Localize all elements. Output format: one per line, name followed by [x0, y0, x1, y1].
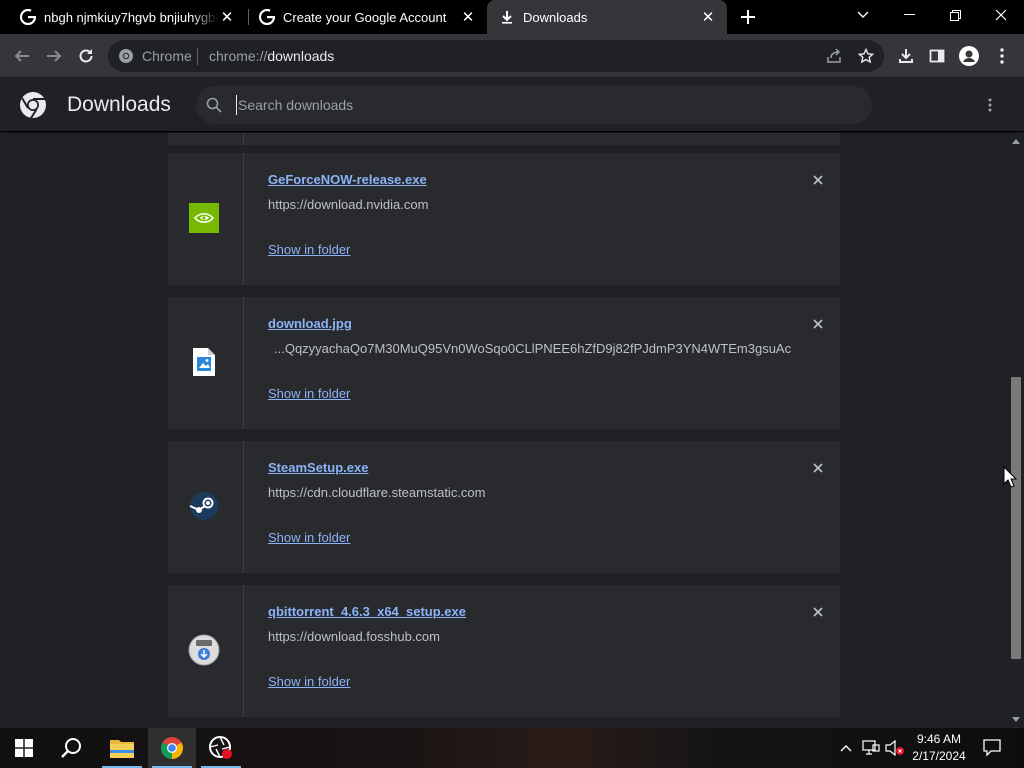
tab-separator — [248, 9, 249, 25]
minimize-button[interactable] — [886, 0, 932, 30]
download-item — [168, 133, 840, 145]
downloads-list: GeForceNOW-release.exe https://download.… — [0, 133, 1008, 727]
restore-button[interactable] — [932, 0, 978, 30]
clock-time: 9:46 AM — [916, 732, 962, 746]
search-box — [196, 86, 872, 124]
show-in-folder-link[interactable]: Show in folder — [268, 242, 350, 257]
close-window-button[interactable] — [978, 0, 1024, 30]
url-prefix: chrome:// — [209, 48, 268, 64]
share-icon[interactable] — [822, 44, 846, 68]
page-title: Downloads — [67, 93, 171, 116]
download-source-url: ...QqzyyachaQo7M30MuQ95Vn0WoSqo0CLlPNEE6… — [274, 341, 792, 356]
network-icon[interactable] — [860, 728, 882, 768]
download-filename-link[interactable]: qbittorrent_4.6.3_x64_setup.exe — [268, 604, 466, 619]
back-button[interactable] — [8, 42, 36, 70]
nvidia-icon — [188, 202, 220, 234]
side-panel-icon[interactable] — [923, 42, 951, 70]
scroll-down-arrow-icon[interactable] — [1008, 711, 1024, 727]
download-item: download.jpg ...QqzyyachaQo7M30MuQ95Vn0W… — [168, 297, 840, 429]
chrome-taskbar-icon[interactable] — [148, 728, 196, 768]
steam-icon — [188, 490, 220, 522]
close-icon[interactable]: ✕ — [218, 8, 236, 26]
chrome-logo-icon — [19, 91, 47, 119]
download-filename-link[interactable]: SteamSetup.exe — [268, 460, 368, 475]
mouse-cursor-icon — [1003, 465, 1018, 488]
close-icon[interactable]: ✕ — [699, 8, 717, 26]
download-source-url: https://download.fosshub.com — [268, 629, 440, 644]
google-icon — [20, 9, 36, 25]
downloads-icon[interactable] — [892, 42, 920, 70]
new-tab-button[interactable] — [736, 4, 760, 30]
start-button[interactable] — [0, 728, 48, 768]
downloads-header: Downloads — [0, 78, 1024, 132]
installer-icon — [188, 634, 220, 666]
clock-date: 2/17/2024 — [912, 749, 966, 763]
card-divider — [243, 585, 244, 717]
reload-button[interactable] — [72, 42, 100, 70]
download-item: SteamSetup.exe https://cdn.cloudflare.st… — [168, 441, 840, 573]
download-icon — [499, 9, 515, 25]
action-center-icon[interactable] — [978, 728, 1006, 768]
download-source-url: https://download.nvidia.com — [268, 197, 429, 212]
remove-download-icon[interactable] — [808, 458, 828, 478]
remove-download-icon[interactable] — [808, 170, 828, 190]
url-host: downloads — [267, 48, 335, 64]
windows-taskbar: 9:46 AM 2/17/2024 — [0, 728, 1024, 768]
download-item: qbittorrent_4.6.3_x64_setup.exe https://… — [168, 585, 840, 717]
search-taskbar-button[interactable] — [48, 728, 96, 768]
show-hidden-icons-chevron-icon[interactable] — [836, 728, 856, 768]
show-in-folder-link[interactable]: Show in folder — [268, 530, 350, 545]
download-item: GeForceNOW-release.exe https://download.… — [168, 153, 840, 285]
download-filename-link[interactable]: download.jpg — [268, 316, 352, 331]
volume-muted-icon[interactable] — [884, 728, 906, 768]
show-in-folder-link[interactable]: Show in folder — [268, 674, 350, 689]
scheme-label: Chrome — [142, 48, 192, 64]
search-input[interactable] — [236, 95, 836, 115]
search-icon — [206, 97, 222, 113]
screen-recorder-icon[interactable] — [197, 728, 245, 768]
chrome-icon — [118, 48, 134, 64]
show-in-folder-link[interactable]: Show in folder — [268, 386, 350, 401]
tab-title: nbgh njmkiuy7hgvb bnjiuhygbh — [44, 9, 218, 25]
chrome-menu-icon[interactable] — [988, 42, 1016, 70]
profile-avatar-icon[interactable] — [955, 42, 983, 70]
browser-toolbar: Chrome chrome://downloads — [0, 34, 1024, 78]
tab-title: Downloads — [523, 9, 588, 25]
tab-1[interactable]: nbgh njmkiuy7hgvb bnjiuhygbh ✕ — [0, 0, 246, 34]
remove-download-icon[interactable] — [808, 314, 828, 334]
more-actions-icon[interactable] — [978, 93, 1002, 117]
tab-search-button[interactable] — [840, 0, 886, 30]
download-source-url: https://cdn.cloudflare.steamstatic.com — [268, 485, 486, 500]
google-icon — [259, 9, 275, 25]
url-text: chrome://downloads — [209, 48, 334, 64]
tab-title: Create your Google Account — [283, 9, 447, 25]
tab-2[interactable]: Create your Google Account ✕ — [251, 0, 487, 34]
forward-button[interactable] — [40, 42, 68, 70]
tab-3[interactable]: Downloads ✕ — [487, 0, 727, 34]
page-scrollbar[interactable] — [1008, 133, 1024, 727]
address-bar[interactable]: Chrome chrome://downloads — [108, 40, 884, 72]
scrollbar-thumb[interactable] — [1011, 377, 1021, 659]
card-divider — [243, 133, 244, 145]
remove-download-icon[interactable] — [808, 602, 828, 622]
card-divider — [243, 153, 244, 285]
file-explorer-icon[interactable] — [98, 728, 146, 768]
card-divider — [243, 297, 244, 429]
taskbar-clock[interactable]: 9:46 AM 2/17/2024 — [904, 731, 974, 765]
scroll-up-arrow-icon[interactable] — [1008, 133, 1024, 149]
tab-strip: nbgh njmkiuy7hgvb bnjiuhygbh ✕ Create yo… — [0, 0, 1024, 34]
close-icon[interactable]: ✕ — [459, 8, 477, 26]
bookmark-star-icon[interactable] — [854, 44, 878, 68]
card-divider — [243, 441, 244, 573]
omnibox-separator — [197, 48, 198, 65]
download-filename-link[interactable]: GeForceNOW-release.exe — [268, 172, 427, 187]
image-file-icon — [188, 346, 220, 378]
